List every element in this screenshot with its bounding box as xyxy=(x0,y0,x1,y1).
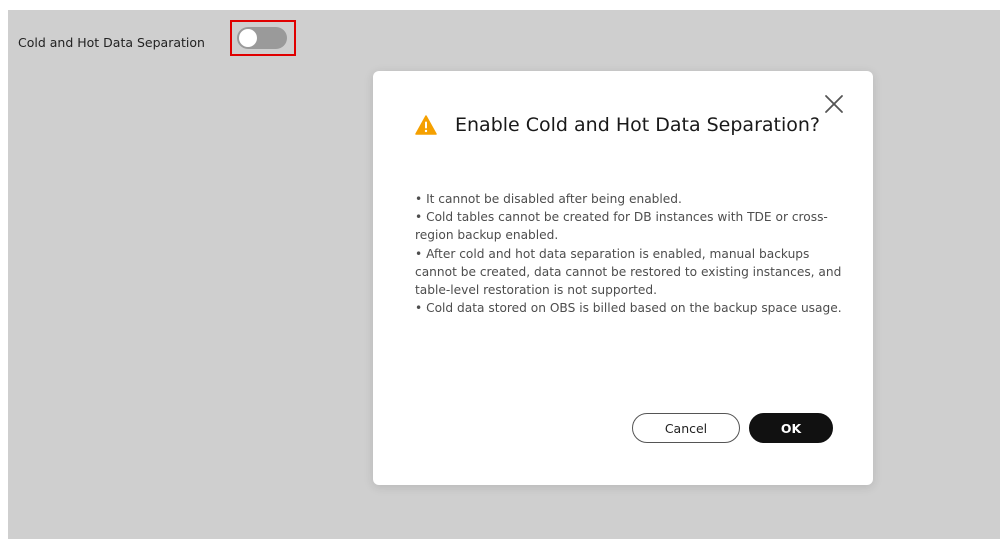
close-icon xyxy=(825,95,843,113)
warning-triangle-icon xyxy=(415,115,437,135)
setting-label: Cold and Hot Data Separation xyxy=(18,34,205,50)
cancel-button[interactable]: Cancel xyxy=(632,413,740,443)
confirm-dialog: Enable Cold and Hot Data Separation? • I… xyxy=(373,71,873,485)
dialog-bullet: • It cannot be disabled after being enab… xyxy=(415,192,682,206)
dialog-bullet: • Cold tables cannot be created for DB i… xyxy=(415,210,828,243)
close-button[interactable] xyxy=(823,93,845,115)
dialog-bullet: • After cold and hot data separation is … xyxy=(415,246,842,298)
cold-hot-separation-toggle[interactable] xyxy=(237,27,287,49)
dialog-body: • It cannot be disabled after being enab… xyxy=(415,190,845,317)
toggle-knob xyxy=(239,29,257,47)
ok-button[interactable]: OK xyxy=(749,413,833,443)
setting-row: Cold and Hot Data Separation xyxy=(18,30,205,54)
page-background: Cold and Hot Data Separation Enable Cold… xyxy=(8,10,1000,539)
dialog-title: Enable Cold and Hot Data Separation? xyxy=(455,114,821,136)
dialog-bullet: • Cold data stored on OBS is billed base… xyxy=(415,301,842,316)
dialog-header: Enable Cold and Hot Data Separation? xyxy=(415,111,825,140)
